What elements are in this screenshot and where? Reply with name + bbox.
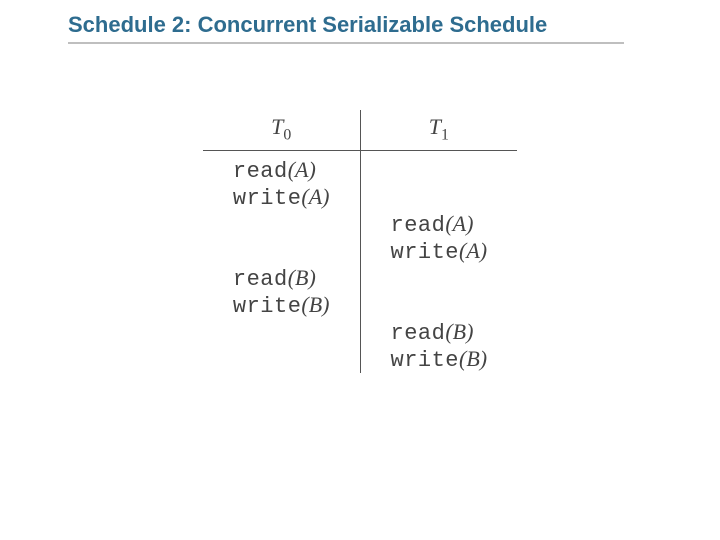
cell-t1: write(A) [360, 238, 517, 265]
cell-t0: read(B) [203, 265, 360, 292]
op-arg: (A) [445, 211, 473, 236]
op-name: read [391, 321, 446, 346]
table-row: read(A) [203, 211, 517, 238]
op-name: write [233, 186, 302, 211]
cell-t1: read(B) [360, 319, 517, 346]
op-name: write [391, 348, 460, 373]
table-header-row: T0 T1 [203, 110, 517, 151]
slide: Schedule 2: Concurrent Serializable Sche… [0, 0, 720, 540]
table-row: write(A) [203, 184, 517, 211]
schedule-table: T0 T1 read(A) write(A) read(A) write(A [203, 110, 517, 373]
cell-t0 [203, 319, 360, 346]
header-t0-base: T [271, 114, 283, 139]
op-arg: (B) [301, 292, 329, 317]
slide-body: T0 T1 read(A) write(A) read(A) write(A [0, 110, 720, 373]
op-arg: (A) [301, 184, 329, 209]
op-name: read [233, 267, 288, 292]
cell-t1: read(A) [360, 211, 517, 238]
cell-t0: write(B) [203, 292, 360, 319]
header-t1-base: T [429, 114, 441, 139]
table-row: write(B) [203, 346, 517, 373]
title-block: Schedule 2: Concurrent Serializable Sche… [68, 12, 547, 38]
cell-t0: write(A) [203, 184, 360, 211]
title-underline [68, 42, 624, 44]
op-arg: (A) [288, 157, 316, 182]
table-row: read(B) [203, 319, 517, 346]
table-row: read(A) [203, 151, 517, 185]
table-row: write(B) [203, 292, 517, 319]
cell-t0 [203, 211, 360, 238]
cell-t1 [360, 292, 517, 319]
cell-t1: write(B) [360, 346, 517, 373]
table-row: write(A) [203, 238, 517, 265]
header-t0-sub: 0 [283, 126, 291, 143]
op-name: read [391, 213, 446, 238]
cell-t1 [360, 184, 517, 211]
cell-t0: read(A) [203, 151, 360, 185]
cell-t1 [360, 151, 517, 185]
cell-t1 [360, 265, 517, 292]
table-row: read(B) [203, 265, 517, 292]
op-name: write [233, 294, 302, 319]
slide-title: Schedule 2: Concurrent Serializable Sche… [68, 12, 547, 38]
op-arg: (A) [459, 238, 487, 263]
op-arg: (B) [445, 319, 473, 344]
op-arg: (B) [459, 346, 487, 371]
op-name: read [233, 159, 288, 184]
op-name: write [391, 240, 460, 265]
header-t0: T0 [203, 110, 360, 151]
cell-t0 [203, 346, 360, 373]
op-arg: (B) [288, 265, 316, 290]
header-t1-sub: 1 [441, 126, 449, 143]
cell-t0 [203, 238, 360, 265]
header-t1: T1 [360, 110, 517, 151]
